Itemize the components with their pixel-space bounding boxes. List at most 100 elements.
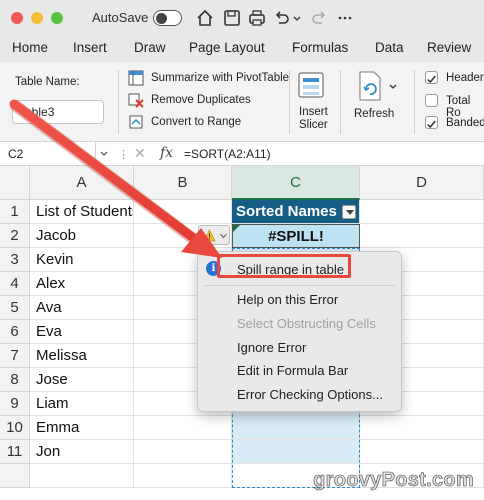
convert-to-range-button[interactable]: Convert to Range [151,116,241,128]
select-all-corner[interactable] [0,166,30,200]
cell-b10[interactable] [134,416,232,440]
refresh-button[interactable]: Refresh [354,108,394,120]
undo-icon[interactable] [271,7,293,29]
row-header[interactable]: 2 [0,224,30,248]
row-header[interactable]: 3 [0,248,30,272]
column-header-b[interactable]: B [134,166,232,200]
table-header-label: Sorted Names [236,203,337,220]
refresh-icon [359,71,381,101]
cell-c10[interactable] [232,416,360,440]
filter-dropdown-button[interactable] [342,205,356,219]
tab-data[interactable]: Data [375,40,404,55]
table-name-field[interactable]: Table3 [12,100,104,124]
cell-a11[interactable]: Jon [30,440,134,464]
cell-a6[interactable]: Eva [30,320,134,344]
tab-home[interactable]: Home [12,40,48,55]
cell-d1[interactable] [360,200,484,224]
column-header-d[interactable]: D [360,166,484,200]
cell-a5[interactable]: Ava [30,296,134,320]
menu-item-edit-in-formula-bar[interactable]: Edit in Formula Bar [237,363,348,378]
column-header-c[interactable]: C [232,166,360,200]
cell-d2[interactable] [360,224,484,248]
menu-item-ignore-error[interactable]: Ignore Error [237,340,306,355]
row-header[interactable]: 4 [0,272,30,296]
name-box[interactable]: C2 [0,142,96,166]
menu-item-error-checking-options[interactable]: Error Checking Options... [237,387,383,402]
autosave-toggle[interactable] [153,10,182,26]
tab-formulas[interactable]: Formulas [292,40,348,55]
row-header[interactable]: 9 [0,392,30,416]
undo-dropdown-icon[interactable] [292,7,302,29]
cell-a8[interactable]: Jose [30,368,134,392]
more-icon[interactable] [334,7,356,29]
cell-c2-spill-error[interactable]: #SPILL! [232,224,360,248]
cell-d11[interactable] [360,440,484,464]
cell-a2[interactable]: Jacob [30,224,134,248]
close-window-button[interactable] [11,12,23,24]
cell-a10[interactable]: Emma [30,416,134,440]
row-header[interactable]: 5 [0,296,30,320]
warning-icon [203,229,216,242]
summarize-pivot-button[interactable]: Summarize with PivotTable [151,72,289,84]
cell-c11[interactable] [232,440,360,464]
row-header[interactable]: 6 [0,320,30,344]
error-smart-tag-button[interactable] [198,225,230,245]
home-icon[interactable] [194,7,216,29]
ribbon: Table Name: Table3 Summarize with PivotT… [0,62,484,142]
name-box-dropdown-icon[interactable] [100,150,108,158]
cell-a1[interactable]: List of Students [30,200,134,224]
cell-a9[interactable]: Liam [30,392,134,416]
formula-bar: C2 ⋮ ✕ fx =SORT(A2:A11) [0,142,484,166]
watermark: groovyPost.com [313,469,474,492]
menu-separator [204,285,395,286]
menu-item-help-on-error[interactable]: Help on this Error [237,292,338,307]
convert-to-range-icon [129,115,143,129]
cell-b11[interactable] [134,440,232,464]
formula-input[interactable]: =SORT(A2:A11) [184,147,271,161]
cell-b1[interactable] [134,200,232,224]
table-header-sorted-names[interactable]: Sorted Names [232,200,360,224]
refresh-dropdown-icon[interactable] [388,82,398,92]
ribbon-divider [414,70,415,134]
slicer-icon [298,72,324,98]
total-row-checkbox[interactable] [425,94,438,107]
error-indicator-triangle [233,225,240,232]
highlight-box [217,254,351,278]
cell-a12[interactable] [30,464,134,488]
tab-review[interactable]: Review [427,40,471,55]
remove-duplicates-icon [128,93,144,108]
table-name-label: Table Name: [15,76,80,88]
row-header[interactable]: 8 [0,368,30,392]
tab-draw[interactable]: Draw [134,40,166,55]
row-header[interactable]: 10 [0,416,30,440]
print-icon[interactable] [246,7,268,29]
total-row-label: Total Ro [446,95,471,119]
remove-duplicates-button[interactable]: Remove Duplicates [151,94,251,106]
minimize-window-button[interactable] [31,12,43,24]
row-header[interactable]: 11 [0,440,30,464]
ribbon-divider [340,70,341,134]
header-row-checkbox[interactable] [425,71,438,84]
column-header-a[interactable]: A [30,166,134,200]
cell-b12[interactable] [134,464,232,488]
cancel-edit-icon[interactable]: ✕ [134,145,146,162]
insert-function-button[interactable]: fx [160,145,173,161]
menu-item-select-obstructing-cells: Select Obstructing Cells [237,316,376,331]
cell-a4[interactable]: Alex [30,272,134,296]
banded-rows-label: Banded [446,117,484,129]
row-header[interactable]: 1 [0,200,30,224]
cell-d10[interactable] [360,416,484,440]
zoom-window-button[interactable] [51,12,63,24]
save-icon[interactable] [221,7,243,29]
row-header[interactable]: 7 [0,344,30,368]
tab-insert[interactable]: Insert [73,40,107,55]
insert-slicer-line1[interactable]: Insert [299,106,328,118]
chevron-down-icon [220,233,227,239]
banded-rows-checkbox[interactable] [425,116,438,129]
tab-page-layout[interactable]: Page Layout [189,40,265,55]
cell-a3[interactable]: Kevin [30,248,134,272]
insert-slicer-line2[interactable]: Slicer [299,119,328,131]
ribbon-tabs: Home Insert Draw Page Layout Formulas Da… [0,36,484,62]
redo-icon[interactable] [308,7,330,29]
cell-a7[interactable]: Melissa [30,344,134,368]
